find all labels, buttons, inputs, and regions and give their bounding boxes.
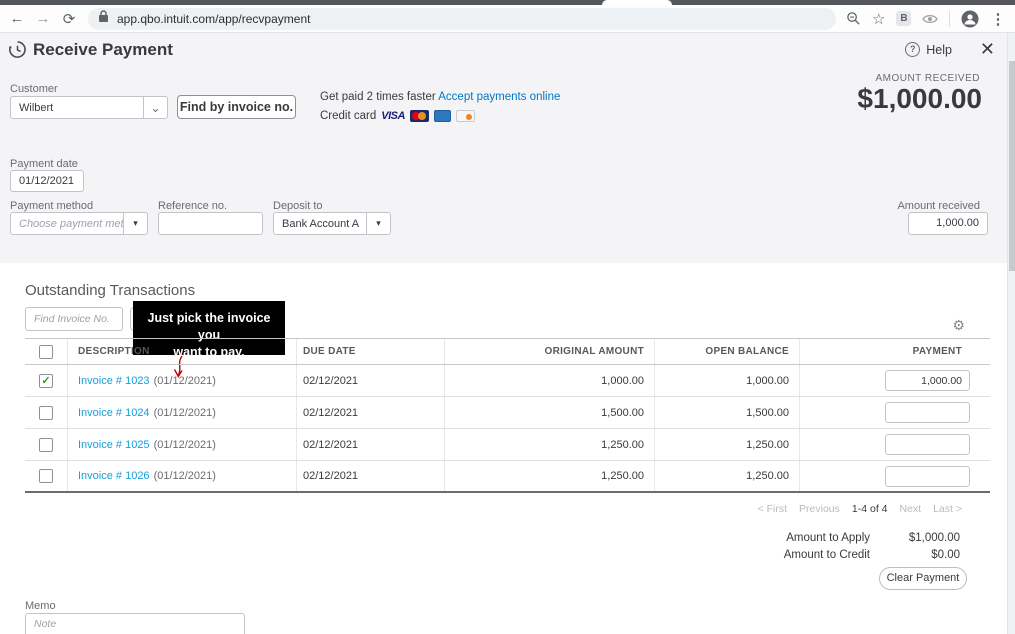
find-invoice-input[interactable]: Find Invoice No.: [25, 307, 123, 331]
clear-payment-button[interactable]: Clear Payment: [879, 567, 967, 590]
visa-icon: VISA: [381, 110, 405, 122]
find-by-invoice-button[interactable]: Find by invoice no.: [177, 95, 296, 119]
chevron-down-icon[interactable]: ⌄: [143, 97, 167, 118]
amount-to-credit-row: Amount to Credit $0.00: [750, 549, 960, 561]
extension-icon[interactable]: B: [896, 11, 912, 26]
col-open-balance: OPEN BALANCE: [655, 339, 800, 364]
memo-label: Memo: [25, 600, 56, 612]
bookmark-star-icon[interactable]: ☆: [872, 10, 885, 28]
invoice-link[interactable]: Invoice # 1025: [78, 439, 150, 451]
col-payment: PAYMENT: [912, 346, 962, 357]
page-title: Receive Payment: [33, 40, 173, 59]
row-checkbox-checked[interactable]: ✓: [39, 373, 53, 388]
payment-method-label: Payment method: [10, 200, 94, 212]
receive-payment-page: Receive Payment ? Help ✕ Customer Wilber…: [0, 33, 1007, 634]
reload-icon[interactable]: ⟳: [56, 10, 82, 28]
invoice-link[interactable]: Invoice # 1026: [78, 470, 150, 482]
col-original-amount: ORIGINAL AMOUNT: [445, 339, 655, 364]
payment-method-placeholder: Choose payment method: [19, 218, 123, 230]
dropdown-arrow-icon[interactable]: ▾: [366, 213, 390, 234]
amount-received-field-label: Amount received: [897, 200, 980, 212]
pagination-last[interactable]: Last >: [933, 503, 962, 515]
get-paid-text: Get paid 2 times faster Accept payments …: [320, 91, 561, 103]
amount-received-field[interactable]: 1,000.00: [908, 212, 988, 235]
pagination-previous[interactable]: Previous: [799, 503, 840, 515]
toolbar-divider: [949, 10, 951, 27]
row-checkbox[interactable]: [39, 437, 53, 452]
profile-avatar-icon[interactable]: [961, 10, 979, 28]
amount-to-apply-value: $1,000.00: [908, 532, 960, 544]
table-row: Invoice # 1026 (01/12/2021) 02/12/2021 1,…: [25, 461, 990, 493]
col-description: DESCRIPTION: [68, 339, 297, 364]
help-button[interactable]: ? Help: [905, 42, 952, 57]
scrollbar-thumb[interactable]: [1009, 61, 1015, 271]
help-label: Help: [926, 42, 952, 57]
payment-method-dropdown[interactable]: Choose payment method ▾: [10, 212, 148, 235]
customer-dropdown[interactable]: Wilbert ⌄: [10, 96, 168, 119]
accept-payments-link[interactable]: Accept payments online: [438, 91, 560, 103]
deposit-to-dropdown[interactable]: Bank Account A ▾: [273, 212, 391, 235]
discover-icon: [455, 110, 475, 122]
lock-icon: [98, 9, 109, 28]
outstanding-transactions-title: Outstanding Transactions: [25, 282, 196, 299]
payment-amount-input[interactable]: [885, 434, 970, 455]
amount-to-apply-row: Amount to Apply $1,000.00: [750, 532, 960, 544]
invoice-link[interactable]: Invoice # 1024: [78, 407, 150, 419]
customer-value: Wilbert: [19, 102, 54, 114]
table-header-row: DESCRIPTION DUE DATE ORIGINAL AMOUNT OPE…: [25, 338, 990, 365]
amount-to-apply-label: Amount to Apply: [786, 532, 870, 544]
mastercard-icon: [409, 110, 429, 122]
reference-no-field[interactable]: [158, 212, 263, 235]
memo-input[interactable]: Note: [25, 613, 245, 634]
row-checkbox[interactable]: [39, 469, 53, 483]
receive-payment-screen: ← → ⟳ app.qbo.intuit.com/app/recvpayment…: [0, 0, 1015, 634]
gear-icon[interactable]: ⚙: [952, 317, 965, 334]
credit-card-label: Credit card: [320, 110, 377, 122]
payment-amount-input[interactable]: [885, 370, 970, 391]
dropdown-arrow-icon[interactable]: ▾: [123, 213, 147, 234]
amount-to-credit-label: Amount to Credit: [783, 549, 870, 561]
credit-card-row: Credit card VISA: [320, 110, 475, 122]
table-row: ✓ Invoice # 1023 (01/12/2021) 02/12/2021 …: [25, 365, 990, 397]
pagination-next[interactable]: Next: [900, 503, 922, 515]
form-section: Receive Payment ? Help ✕ Customer Wilber…: [0, 33, 1007, 263]
col-due-date: DUE DATE: [297, 339, 445, 364]
close-icon[interactable]: ✕: [980, 39, 995, 60]
payment-date-label: Payment date: [10, 158, 78, 170]
page-scrollbar[interactable]: [1007, 33, 1015, 634]
invoice-link[interactable]: Invoice # 1023: [78, 375, 150, 387]
amount-to-credit-value: $0.00: [931, 549, 960, 561]
pagination-first[interactable]: < First: [758, 503, 787, 515]
table-row: Invoice # 1025 (01/12/2021) 02/12/2021 1,…: [25, 429, 990, 461]
browser-menu-icon[interactable]: ⋮: [990, 10, 1005, 28]
customer-label: Customer: [10, 83, 58, 95]
table-row: Invoice # 1024 (01/12/2021) 02/12/2021 1,…: [25, 397, 990, 429]
amount-received-banner-value: $1,000.00: [857, 83, 982, 114]
payment-date-field[interactable]: 01/12/2021: [10, 170, 84, 192]
eye-icon[interactable]: [922, 13, 939, 25]
zoom-icon[interactable]: [846, 11, 861, 26]
amex-icon: [433, 110, 451, 122]
payment-amount-input[interactable]: [885, 402, 970, 423]
row-checkbox[interactable]: [39, 405, 53, 420]
pagination-range: 1-4 of 4: [851, 503, 888, 515]
payment-amount-input[interactable]: [885, 465, 970, 487]
browser-toolbar: ← → ⟳ app.qbo.intuit.com/app/recvpayment…: [0, 5, 1015, 33]
url-text: app.qbo.intuit.com/app/recvpayment: [117, 11, 311, 26]
help-icon: ?: [905, 42, 921, 57]
deposit-to-label: Deposit to: [273, 200, 323, 212]
transactions-table: DESCRIPTION DUE DATE ORIGINAL AMOUNT OPE…: [25, 338, 990, 493]
reference-no-label: Reference no.: [158, 200, 228, 212]
toolbar-actions: ☆ B ⋮: [846, 10, 1005, 28]
forward-icon[interactable]: →: [30, 10, 56, 27]
deposit-to-value: Bank Account A: [282, 218, 360, 230]
back-icon[interactable]: ←: [4, 10, 30, 27]
select-all-checkbox[interactable]: [39, 344, 53, 359]
address-bar[interactable]: app.qbo.intuit.com/app/recvpayment: [88, 7, 836, 30]
pagination: < First Previous 1-4 of 4 Next Last >: [758, 503, 962, 515]
history-clock-icon[interactable]: [8, 40, 27, 64]
